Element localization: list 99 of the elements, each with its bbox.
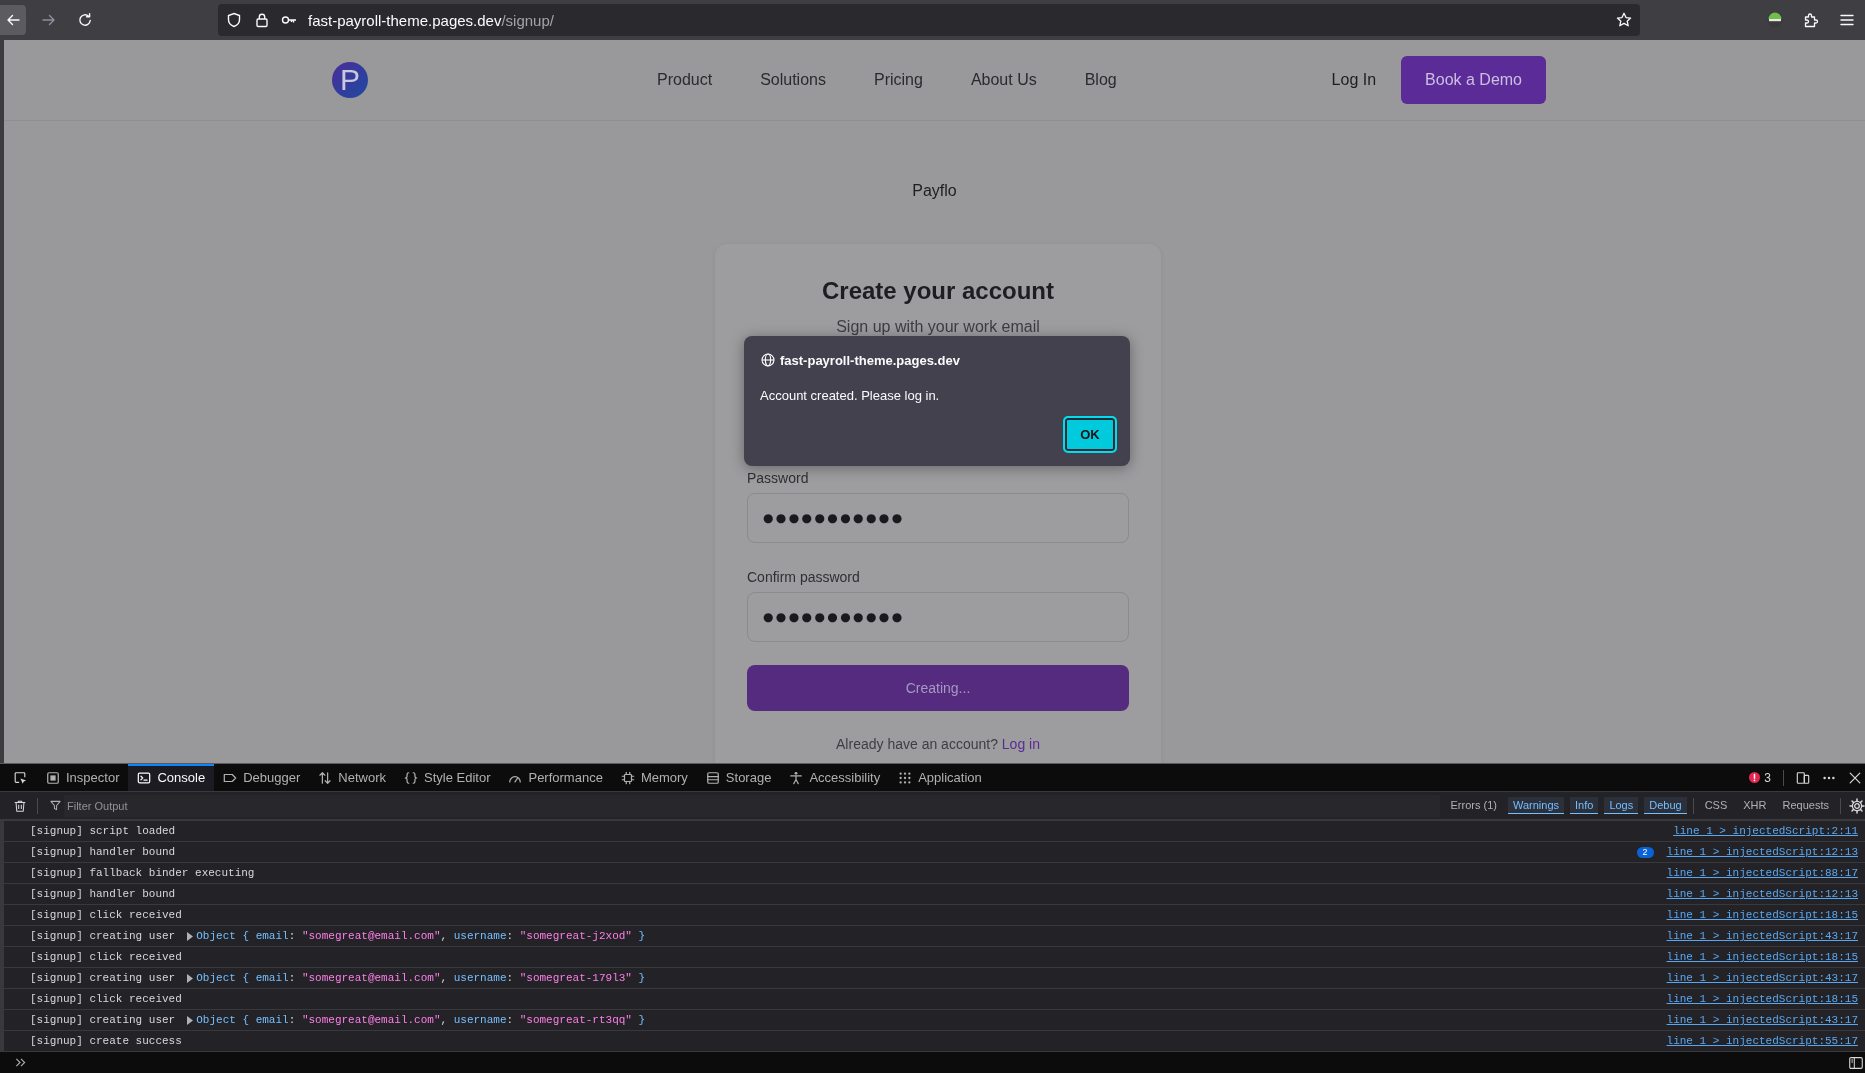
back-arrow-icon bbox=[5, 12, 21, 28]
bookmark-star-icon[interactable] bbox=[1616, 12, 1632, 28]
console-message: [signup] creating user bbox=[30, 1014, 176, 1026]
lock-icon[interactable] bbox=[254, 12, 270, 28]
braces-icon bbox=[404, 770, 418, 785]
element-picker-icon[interactable] bbox=[13, 770, 27, 785]
filter-button[interactable]: Requests bbox=[1777, 797, 1834, 814]
nav-link[interactable]: About Us bbox=[970, 71, 1037, 89]
filter-button[interactable]: XHR bbox=[1738, 797, 1772, 814]
source-link[interactable]: line 1 > injectedScript:2:11 bbox=[1673, 825, 1858, 837]
source-link[interactable]: line 1 > injectedScript:43:17 bbox=[1666, 930, 1858, 942]
forward-arrow-icon bbox=[41, 12, 57, 28]
filter-button[interactable]: CSS bbox=[1699, 797, 1733, 814]
dialog-origin: fast-payroll-theme.pages.dev bbox=[780, 352, 960, 368]
devtools-tab[interactable]: Style Editor bbox=[395, 764, 500, 791]
close-icon[interactable] bbox=[1848, 770, 1862, 785]
logo[interactable]: P bbox=[332, 62, 368, 98]
dialog-message: Account created. Please log in. bbox=[760, 387, 941, 404]
filter-button[interactable]: Debug bbox=[1644, 797, 1687, 814]
devtools-tab[interactable]: Console bbox=[128, 764, 215, 791]
box-icon bbox=[46, 770, 60, 785]
repeat-count: 2 bbox=[1636, 846, 1654, 858]
nav-link[interactable]: Product bbox=[657, 71, 713, 89]
source-link[interactable]: line 1 > injectedScript:88:17 bbox=[1666, 867, 1858, 879]
grid-icon bbox=[898, 770, 913, 785]
login-link[interactable]: Log in bbox=[1001, 736, 1040, 752]
brand-name: Payflo bbox=[912, 181, 957, 200]
object-preview[interactable]: Object { email: "somegreat@email.com", username: "somegreat-rt3qq" } bbox=[196, 1014, 646, 1026]
object-preview[interactable]: Object { email: "somegreat@email.com", username: "somegreat-179l3" } bbox=[196, 972, 646, 984]
console-message: [signup] click received bbox=[30, 993, 182, 1005]
devtools-tab[interactable]: Memory bbox=[611, 764, 697, 791]
devtools-tab[interactable]: Application bbox=[889, 764, 991, 791]
console-message: [signup] click received bbox=[30, 951, 182, 963]
filter-field[interactable]: Filter Output bbox=[64, 794, 1440, 817]
login-prompt: Already have an account? Log in bbox=[835, 736, 1041, 753]
source-link[interactable]: line 1 > injectedScript:12:13 bbox=[1666, 888, 1858, 900]
person-icon bbox=[789, 770, 804, 785]
trash-icon[interactable] bbox=[13, 798, 27, 813]
source-link[interactable]: line 1 > injectedScript:18:15 bbox=[1666, 993, 1858, 1005]
console-input-field[interactable] bbox=[0, 1051, 1865, 1073]
object-preview[interactable]: Object { email: "somegreat@email.com", username: "somegreat-j2xod" } bbox=[196, 930, 646, 942]
chip-icon bbox=[620, 770, 635, 785]
source-link[interactable]: line 1 > injectedScript:12:13 bbox=[1666, 846, 1858, 858]
console-message: [signup] handler bound bbox=[30, 846, 176, 858]
password-field[interactable]: ●●●●●●●●●●● bbox=[747, 493, 1129, 543]
source-link[interactable]: line 1 > injectedScript:43:17 bbox=[1666, 1014, 1858, 1026]
error-count[interactable]: 3 bbox=[1764, 770, 1771, 785]
extension-icon[interactable] bbox=[1767, 12, 1783, 28]
console-message: [signup] create success bbox=[30, 1035, 182, 1047]
console-message: [signup] fallback binder executing bbox=[30, 867, 255, 879]
console-message: [signup] creating user bbox=[30, 930, 176, 942]
field-label: Confirm password bbox=[747, 569, 861, 586]
settings-icon[interactable] bbox=[1849, 797, 1865, 814]
chevron-icon bbox=[15, 1057, 26, 1068]
caret-icon[interactable] bbox=[187, 973, 194, 983]
nav-link[interactable]: Solutions bbox=[760, 71, 826, 89]
password-field[interactable]: ●●●●●●●●●●● bbox=[747, 592, 1129, 642]
field-label: Password bbox=[747, 470, 810, 487]
source-link[interactable]: line 1 > injectedScript:43:17 bbox=[1666, 972, 1858, 984]
devices-icon[interactable] bbox=[1796, 770, 1810, 785]
console-message: [signup] script loaded bbox=[30, 825, 176, 837]
devtools-tab[interactable]: Performance bbox=[499, 764, 612, 791]
error-icon[interactable] bbox=[1749, 772, 1761, 783]
source-link[interactable]: line 1 > injectedScript:55:17 bbox=[1666, 1035, 1858, 1047]
caret-icon[interactable] bbox=[187, 931, 194, 941]
card-subtitle: Sign up with your work email bbox=[835, 317, 1041, 337]
devtools-tab[interactable]: Storage bbox=[696, 764, 781, 791]
devtools-tab[interactable]: Inspector bbox=[37, 764, 129, 791]
source-link[interactable]: line 1 > injectedScript:18:15 bbox=[1666, 951, 1858, 963]
terminal-icon bbox=[137, 770, 152, 785]
filter-icon bbox=[50, 800, 61, 811]
console-message: [signup] click received bbox=[30, 909, 182, 921]
shield-icon[interactable] bbox=[226, 12, 242, 28]
ok-button[interactable]: OK bbox=[1063, 416, 1117, 453]
reload-icon bbox=[77, 12, 93, 28]
filter-button[interactable]: Logs bbox=[1604, 797, 1639, 814]
filter-button[interactable]: Warnings bbox=[1507, 797, 1564, 814]
devtools-tab[interactable]: Accessibility bbox=[780, 764, 890, 791]
card-title: Create your account bbox=[820, 276, 1056, 305]
devtools-tab[interactable]: Debugger bbox=[214, 764, 310, 791]
book-demo-button[interactable]: Book a Demo bbox=[1401, 56, 1546, 104]
nav-link[interactable]: Pricing bbox=[873, 71, 923, 89]
up-down-arrows-icon bbox=[318, 770, 333, 785]
filter-button[interactable]: Errors (1) bbox=[1445, 797, 1502, 814]
globe-icon bbox=[761, 353, 775, 367]
puzzle-icon[interactable] bbox=[1803, 12, 1819, 28]
address-bar[interactable]: fast-payroll-theme.pages.dev/signup/ bbox=[218, 4, 1640, 36]
back-button[interactable] bbox=[0, 5, 26, 35]
filter-button[interactable]: Info bbox=[1570, 797, 1599, 814]
caret-icon[interactable] bbox=[187, 1015, 194, 1025]
console-message: [signup] creating user bbox=[30, 972, 176, 984]
login-link[interactable]: Log In bbox=[1331, 71, 1377, 89]
nav-link[interactable]: Blog bbox=[1084, 71, 1117, 89]
devtools-tab[interactable]: Network bbox=[309, 764, 395, 791]
menu-icon[interactable] bbox=[1839, 12, 1855, 28]
drawer-icon bbox=[705, 770, 720, 785]
source-link[interactable]: line 1 > injectedScript:18:15 bbox=[1666, 909, 1858, 921]
sidebar-icon[interactable] bbox=[1849, 1056, 1863, 1069]
console-message: [signup] handler bound bbox=[30, 888, 176, 900]
